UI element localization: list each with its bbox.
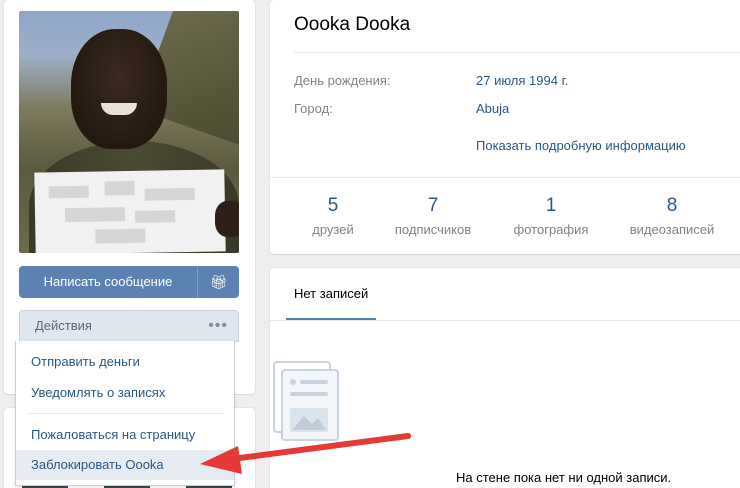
actions-label: Действия bbox=[35, 318, 92, 333]
counter-number: 7 bbox=[427, 195, 439, 216]
birthday-value[interactable]: 27 июля 1994 г. bbox=[476, 73, 568, 88]
counter-number: 1 bbox=[545, 195, 557, 216]
profile-name: Oooka Dooka bbox=[294, 14, 411, 35]
counter-caption: видеозаписей bbox=[629, 222, 715, 237]
gift-button[interactable]: 🎁︎ bbox=[197, 266, 239, 298]
counter-videos[interactable]: 8 видеозаписей bbox=[612, 194, 732, 237]
tab-no-posts[interactable]: Нет записей bbox=[286, 268, 377, 320]
profile-info-card: Oooka Dooka День рождения: 27 июля 1994 … bbox=[270, 0, 740, 254]
city-label: Город: bbox=[294, 101, 333, 116]
more-dots-icon: ••• bbox=[208, 317, 228, 334]
show-more-info-link[interactable]: Показать подробную информацию bbox=[476, 138, 686, 153]
empty-wall-icon bbox=[273, 361, 339, 441]
city-value[interactable]: Abuja bbox=[476, 101, 509, 116]
profile-photo[interactable] bbox=[19, 11, 239, 253]
gift-icon: 🎁︎ bbox=[209, 274, 228, 290]
divider bbox=[294, 52, 740, 53]
menu-item-block-user[interactable]: Заблокировать Oooka bbox=[16, 450, 234, 480]
menu-item-notify-posts[interactable]: Уведомлять о записях bbox=[16, 378, 234, 408]
menu-item-send-money[interactable]: Отправить деньги bbox=[16, 347, 234, 377]
menu-item-report-page[interactable]: Пожаловаться на страницу bbox=[16, 420, 234, 450]
counter-photos[interactable]: 1 фотография bbox=[491, 194, 611, 237]
counter-number: 8 bbox=[666, 195, 678, 216]
profile-left-column: Написать сообщение 🎁︎ Действия ••• bbox=[4, 0, 255, 394]
divider bbox=[270, 177, 740, 178]
counter-followers[interactable]: 7 подписчиков bbox=[373, 194, 493, 237]
birthday-label: День рождения: bbox=[294, 73, 391, 88]
photo-hand bbox=[215, 201, 239, 237]
counter-caption: подписчиков bbox=[394, 222, 472, 237]
actions-dropdown-menu: Отправить деньги Уведомлять о записях По… bbox=[15, 341, 235, 486]
empty-wall-message: На стене пока нет ни одной записи. bbox=[456, 470, 672, 485]
menu-divider bbox=[28, 413, 224, 414]
photo-face bbox=[71, 29, 167, 149]
divider bbox=[270, 320, 740, 321]
actions-dropdown-header[interactable]: Действия ••• bbox=[19, 310, 239, 342]
write-message-button[interactable]: Написать сообщение bbox=[19, 266, 197, 298]
counter-caption: фотография bbox=[513, 222, 589, 237]
photo-paper-sheet bbox=[34, 169, 226, 253]
